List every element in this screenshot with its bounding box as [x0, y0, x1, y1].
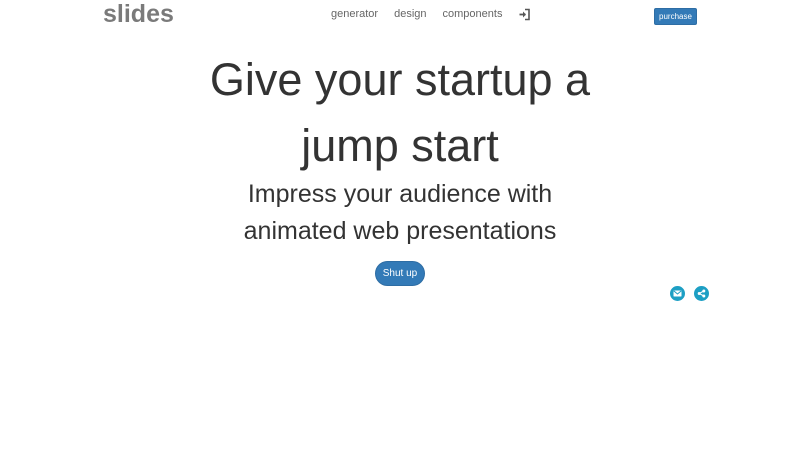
- shut-up-button[interactable]: Shut up: [375, 261, 425, 286]
- hero-subheadline: Impress your audience with animated web …: [0, 176, 800, 250]
- share-icons: [670, 286, 718, 301]
- nav-item-design[interactable]: design: [394, 7, 426, 21]
- email-icon[interactable]: [670, 286, 685, 301]
- hero-headline-line-1: Give your startup a: [209, 54, 591, 105]
- sign-in-icon[interactable]: [518, 8, 531, 21]
- hero-subheadline-line-2: animated web presentations: [243, 217, 557, 245]
- hero-subheadline-line-1: Impress your audience with: [247, 180, 553, 208]
- hero-headline: Give your startup a jump start: [0, 47, 800, 179]
- nav-item-generator[interactable]: generator: [331, 7, 378, 21]
- page: slides generator design components purch…: [0, 0, 800, 450]
- hero-headline-line-2: jump start: [301, 120, 499, 171]
- purchase-button[interactable]: purchase: [654, 8, 697, 25]
- main-nav: generator design components: [331, 7, 531, 21]
- share-icon[interactable]: [694, 286, 709, 301]
- logo[interactable]: slides: [103, 0, 174, 28]
- nav-item-components[interactable]: components: [443, 7, 503, 21]
